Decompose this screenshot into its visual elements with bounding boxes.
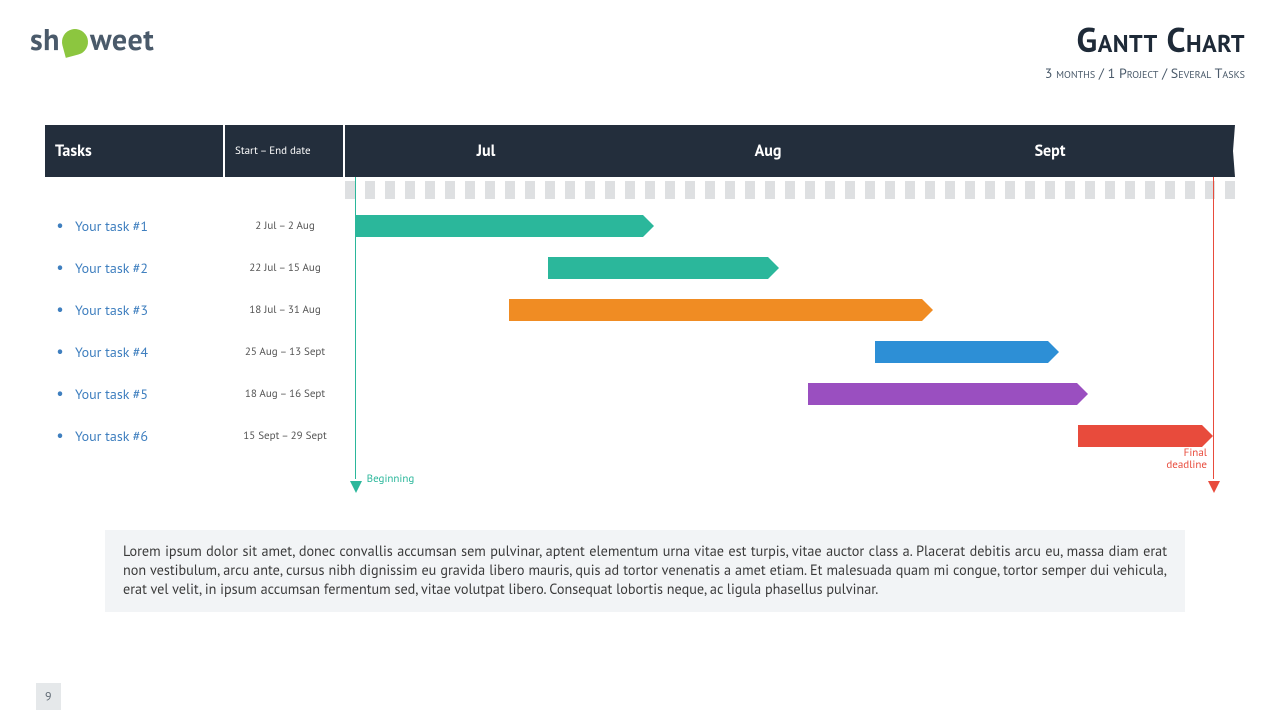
- task-track: [345, 415, 1235, 457]
- task-bar: [355, 215, 643, 237]
- col-dates-heading: Start – End date: [225, 125, 345, 177]
- gantt-chart: Tasks Start – End date Jul Aug Sept Begi…: [45, 125, 1235, 457]
- bullet-icon: •: [45, 426, 75, 446]
- page-subtitle: 3 months / 1 Project / Several Tasks: [1045, 64, 1245, 82]
- task-name: Your task #3: [75, 301, 225, 319]
- task-name: Your task #4: [75, 343, 225, 361]
- task-bar: [808, 383, 1077, 405]
- col-tasks-heading: Tasks: [45, 125, 225, 177]
- begin-marker-label: Beginning: [367, 473, 415, 485]
- gantt-row: •Your task #518 Aug – 16 Sept: [45, 373, 1235, 415]
- logo-text-post: weet: [90, 20, 154, 59]
- gantt-rows: •Your task #12 Jul – 2 Aug•Your task #22…: [45, 205, 1235, 457]
- task-bar: [875, 341, 1047, 363]
- task-dates: 15 Sept – 29 Sept: [225, 429, 345, 443]
- bullet-icon: •: [45, 384, 75, 404]
- task-bar: [509, 299, 922, 321]
- gantt-row: •Your task #222 Jul – 15 Aug: [45, 247, 1235, 289]
- day-ruler: [345, 181, 1235, 199]
- task-dates: 18 Aug – 16 Sept: [225, 387, 345, 401]
- logo-text-pre: sh: [30, 20, 60, 59]
- task-track: [345, 247, 1235, 289]
- month-heading: Jul: [345, 125, 627, 177]
- brand-logo: sh weet: [30, 20, 154, 59]
- gantt-row: •Your task #318 Jul – 31 Aug: [45, 289, 1235, 331]
- task-name: Your task #5: [75, 385, 225, 403]
- task-track: [345, 373, 1235, 415]
- bullet-icon: •: [45, 258, 75, 278]
- bullet-icon: •: [45, 342, 75, 362]
- task-dates: 25 Aug – 13 Sept: [225, 345, 345, 359]
- page-title: Gantt Chart: [1045, 18, 1245, 62]
- task-track: [345, 331, 1235, 373]
- month-heading: Aug: [627, 125, 909, 177]
- gantt-row: •Your task #425 Aug – 13 Sept: [45, 331, 1235, 373]
- bullet-icon: •: [45, 300, 75, 320]
- month-heading: Sept: [909, 125, 1191, 177]
- bullet-icon: •: [45, 216, 75, 236]
- task-bar: [1078, 425, 1202, 447]
- task-dates: 18 Jul – 31 Aug: [225, 303, 345, 317]
- gantt-row: •Your task #12 Jul – 2 Aug: [45, 205, 1235, 247]
- chevron-right-icon: [1191, 125, 1235, 177]
- task-track: [345, 205, 1235, 247]
- gantt-header-row: Tasks Start – End date Jul Aug Sept: [45, 125, 1235, 177]
- task-name: Your task #2: [75, 259, 225, 277]
- task-bar: [548, 257, 768, 279]
- task-name: Your task #6: [75, 427, 225, 445]
- gantt-row: •Your task #615 Sept – 29 Sept: [45, 415, 1235, 457]
- task-dates: 2 Jul – 2 Aug: [225, 219, 345, 233]
- leaf-icon: [59, 26, 91, 58]
- page-header: Gantt Chart 3 months / 1 Project / Sever…: [1045, 18, 1245, 82]
- task-track: [345, 289, 1235, 331]
- task-dates: 22 Jul – 15 Aug: [225, 261, 345, 275]
- description-paragraph: Lorem ipsum dolor sit amet, donec conval…: [105, 530, 1185, 612]
- task-name: Your task #1: [75, 217, 225, 235]
- page-number: 9: [36, 683, 61, 710]
